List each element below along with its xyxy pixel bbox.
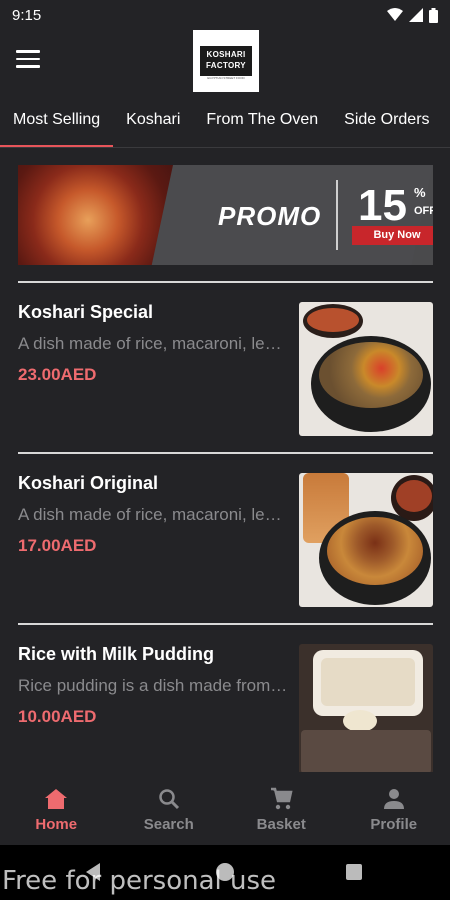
item-name: Rice with Milk Pudding (18, 644, 215, 664)
promo-percent-sign: % (414, 185, 426, 200)
person-icon (383, 786, 405, 812)
app-header: KOSHARI FACTORY EGYPTIAN STREET FOOD (0, 30, 450, 92)
nav-basket[interactable]: Basket (225, 772, 338, 844)
tab-most-selling[interactable]: Most Selling (0, 100, 114, 148)
nav-label: Basket (256, 816, 306, 833)
item-description: A dish made of rice, macaroni, lentils a… (18, 334, 288, 353)
item-image (299, 473, 433, 607)
item-name: Koshari Special (18, 302, 154, 322)
item-description: Rice pudding is a dish made from rice mi… (18, 676, 288, 695)
brand-logo: KOSHARI FACTORY EGYPTIAN STREET FOOD (193, 30, 259, 92)
tab-from-the-oven[interactable]: From The Oven (193, 100, 331, 148)
home-icon (44, 786, 68, 812)
nav-profile[interactable]: Profile (338, 772, 450, 844)
bottom-navigation: Home Search Basket Profile (0, 772, 450, 844)
watermark-text: Free for personal use (2, 866, 277, 896)
item-price: 23.00AED (18, 365, 97, 384)
tabs-divider (0, 147, 450, 148)
item-image (299, 644, 433, 778)
status-bar: 9:15 (0, 0, 450, 30)
item-name: Koshari Original (18, 473, 159, 493)
nav-label: Search (143, 816, 194, 833)
signal-icon (409, 8, 423, 22)
item-price: 17.00AED (18, 536, 97, 555)
menu-item-rice-milk-pudding[interactable]: Rice with Milk Pudding Rice pudding is a… (18, 644, 433, 779)
status-icons (387, 7, 438, 23)
nav-search[interactable]: Search (113, 772, 226, 844)
divider (18, 281, 433, 283)
promo-divider (336, 180, 338, 250)
item-price: 10.00AED (18, 707, 97, 726)
promo-banner[interactable]: PROMO 15 % OFF Buy Now (18, 165, 433, 265)
battery-icon (429, 7, 438, 23)
divider (18, 452, 433, 454)
logo-tagline: EGYPTIAN STREET FOOD (207, 76, 245, 80)
promo-percent: 15 (358, 181, 407, 230)
recent-apps-icon[interactable] (346, 864, 362, 880)
menu-icon[interactable] (16, 50, 40, 70)
promo-off: OFF (414, 205, 433, 217)
nav-label: Profile (370, 816, 418, 833)
divider (18, 623, 433, 625)
status-time: 9:15 (12, 6, 42, 24)
tab-side-orders[interactable]: Side Orders (331, 100, 442, 148)
menu-item-koshari-special[interactable]: Koshari Special A dish made of rice, mac… (18, 302, 433, 437)
search-icon (158, 786, 180, 812)
wifi-icon (387, 8, 403, 21)
nav-home[interactable]: Home (0, 772, 113, 844)
logo-wordmark: KOSHARI FACTORY (200, 46, 252, 76)
item-image (299, 302, 433, 436)
buy-now-button[interactable]: Buy Now (352, 226, 433, 245)
menu-item-koshari-original[interactable]: Koshari Original A dish made of rice, ma… (18, 473, 433, 608)
tab-koshari[interactable]: Koshari (113, 100, 193, 148)
item-description: A dish made of rice, macaroni, lentils a… (18, 505, 288, 524)
promo-title: PROMO (218, 201, 322, 231)
cart-icon (269, 786, 293, 812)
category-tabs: Most Selling Koshari From The Oven Side … (0, 100, 450, 148)
nav-label: Home (35, 816, 78, 833)
